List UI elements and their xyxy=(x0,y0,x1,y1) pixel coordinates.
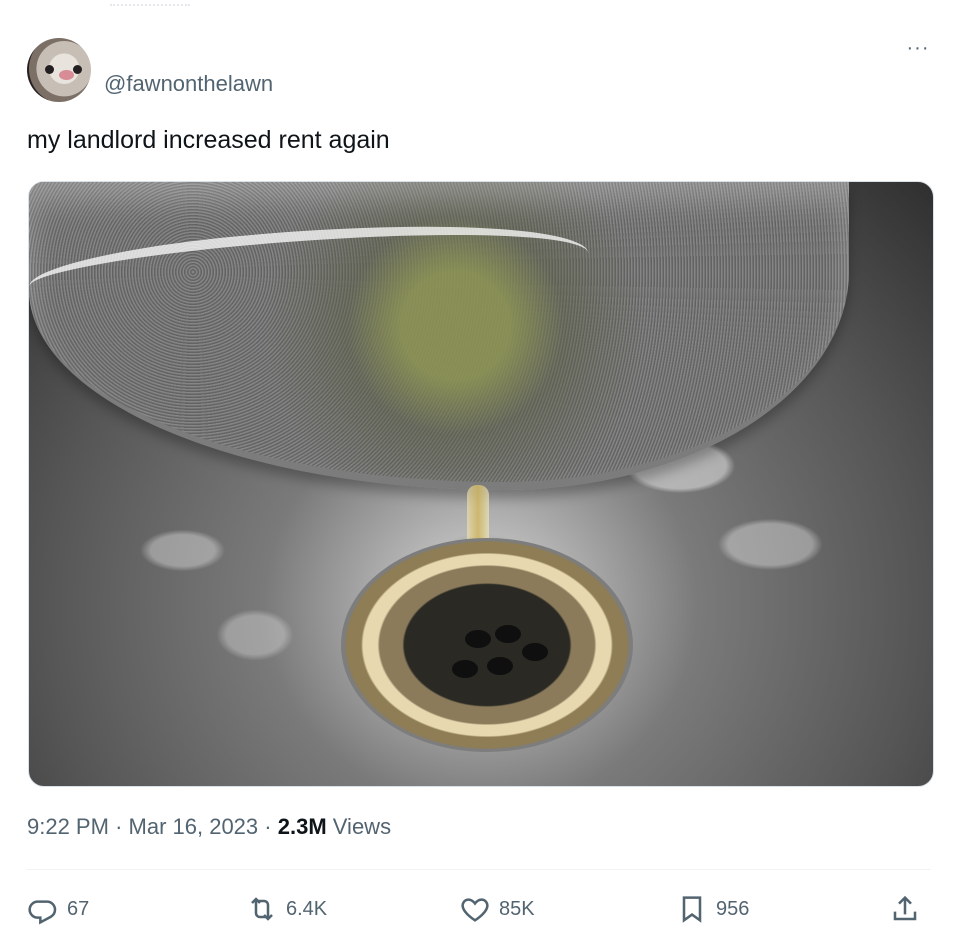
tweet-time[interactable]: 9:22 PM xyxy=(27,814,109,839)
reply-count: 67 xyxy=(67,897,90,920)
cropped-previous-content xyxy=(110,0,190,6)
tweet-text: my landlord increased rent again xyxy=(27,126,390,154)
share-button[interactable] xyxy=(889,881,921,937)
drain-hole xyxy=(487,657,513,675)
tweet-actions: 67 6.4K 85K 956 xyxy=(27,881,931,937)
repost-button[interactable]: 6.4K xyxy=(246,881,327,937)
metadata-separator: · xyxy=(264,814,272,839)
drain-hole xyxy=(465,630,491,648)
heart-icon xyxy=(461,898,489,922)
avatar[interactable] xyxy=(27,38,91,102)
tweet-image[interactable] xyxy=(28,181,934,787)
bookmark-count: 956 xyxy=(716,897,750,920)
avatar-right-eye xyxy=(73,65,82,74)
like-button[interactable]: 85K xyxy=(459,881,535,937)
avatar-left-eye xyxy=(45,65,54,74)
drain-hole xyxy=(522,643,548,661)
repost-count: 6.4K xyxy=(286,897,328,920)
bookmark-icon xyxy=(682,896,702,923)
pan-image-element xyxy=(29,182,849,490)
reply-icon xyxy=(28,900,57,925)
bookmark-button[interactable]: 956 xyxy=(676,881,749,937)
reply-button[interactable]: 67 xyxy=(27,881,89,937)
user-handle[interactable]: @fawnonthelawn xyxy=(104,71,273,97)
more-icon[interactable]: ··· xyxy=(904,36,932,60)
repost-icon xyxy=(251,897,273,921)
avatar-nose xyxy=(59,70,74,80)
share-icon xyxy=(893,895,917,921)
drain-hole xyxy=(452,660,478,678)
pan-rim-highlight xyxy=(29,205,592,335)
tweet-metadata: 9:22 PM · Mar 16, 2023 · 2.3M Views xyxy=(27,814,391,840)
tweet-date[interactable]: Mar 16, 2023 xyxy=(129,814,259,839)
metadata-separator: · xyxy=(115,814,123,839)
views-count[interactable]: 2.3M xyxy=(278,814,327,839)
views-label[interactable]: Views xyxy=(333,814,391,839)
actions-divider xyxy=(27,869,931,870)
like-count: 85K xyxy=(499,897,535,920)
sink-drain-image-element xyxy=(341,538,633,752)
drain-hole xyxy=(495,625,521,643)
